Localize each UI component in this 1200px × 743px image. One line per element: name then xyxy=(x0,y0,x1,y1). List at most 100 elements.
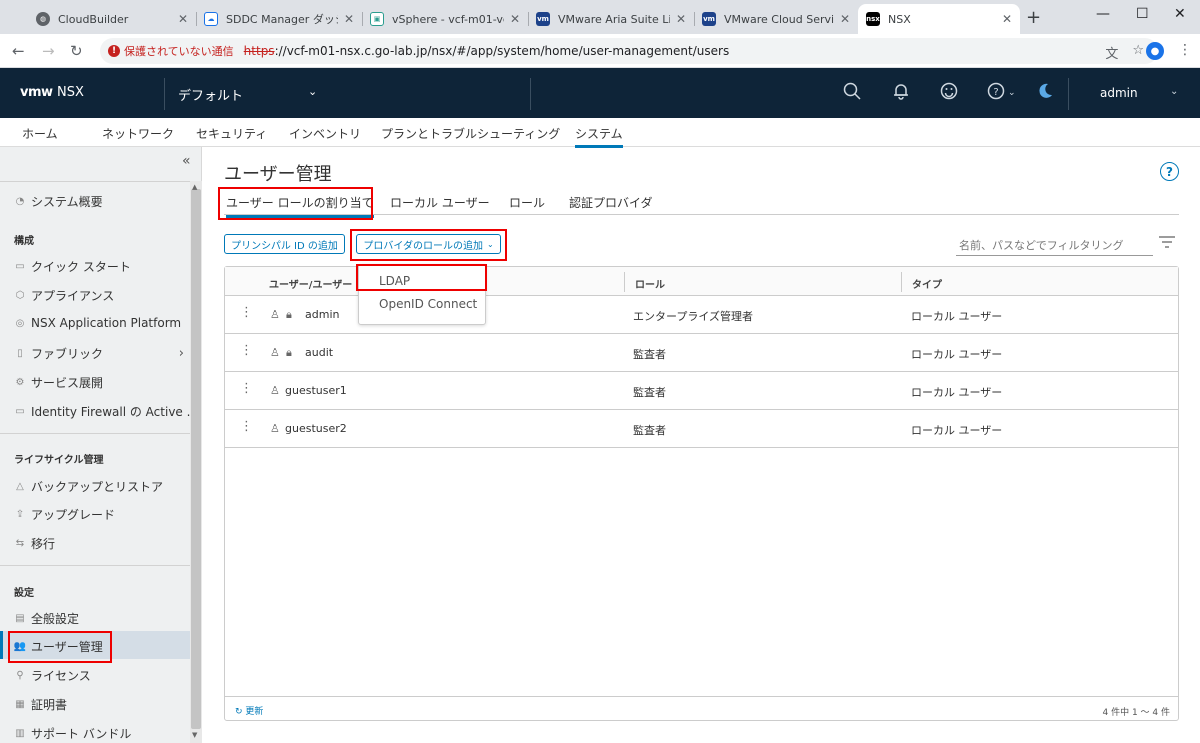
backup-icon: △ xyxy=(16,481,24,492)
url-field[interactable]: ! 保護されていない通信 https ://vcf-m01-nsx.c.go-l… xyxy=(100,38,1158,64)
cloud-icon: ☁ xyxy=(204,12,218,26)
search-icon[interactable] xyxy=(843,82,861,105)
nav-system[interactable]: システム xyxy=(575,125,623,148)
sidebar-item-appliances[interactable]: ⬡ アプライアンス xyxy=(14,287,115,304)
row-actions-icon[interactable]: ⋮ xyxy=(240,306,253,319)
tab-local-users[interactable]: ローカル ユーザー xyxy=(390,194,490,211)
nav-home[interactable]: ホーム xyxy=(22,125,58,142)
browser-tab-aria[interactable]: vm VMware Aria Suite Lifecycle ✕ xyxy=(528,4,694,34)
security-indicator[interactable]: ! 保護されていない通信 xyxy=(108,43,234,59)
cube-icon: ⬡ xyxy=(15,290,25,301)
window-close-icon[interactable]: ✕ xyxy=(1174,6,1186,22)
settings-doc-icon: ▤ xyxy=(15,613,25,624)
close-tab-icon[interactable]: ✕ xyxy=(676,12,686,26)
close-tab-icon[interactable]: ✕ xyxy=(178,12,188,26)
page-title: ユーザー管理 xyxy=(224,164,332,185)
user-menu[interactable]: admin xyxy=(1100,86,1138,100)
nsx-header: vmw NSX デフォルト ⌄ ? ⌄ admin ⌄ xyxy=(0,68,1200,118)
sidebar-item-general-settings[interactable]: ▤ 全般設定 xyxy=(14,610,79,627)
sidebar-item-certificates[interactable]: ▦ 証明書 xyxy=(14,696,67,713)
new-tab-icon[interactable]: + xyxy=(1026,7,1041,28)
profile-icon[interactable]: ● xyxy=(1146,42,1164,60)
browser-tab-sddc[interactable]: ☁ SDDC Manager ダッシュボード ✕ xyxy=(196,4,362,34)
bell-icon[interactable] xyxy=(892,82,910,105)
help-circle-icon[interactable]: ? xyxy=(1160,162,1179,181)
sidebar-section-settings: 設定 xyxy=(14,588,34,599)
vmw-logo: vmw xyxy=(20,85,53,100)
filter-lines-icon[interactable] xyxy=(1159,236,1175,252)
sidebar-scrollbar-thumb[interactable] xyxy=(191,189,201,729)
sidebar-item-system-overview[interactable]: ◔ システム概要 xyxy=(14,193,103,210)
chevron-down-icon[interactable]: ⌄ xyxy=(308,85,317,98)
address-bar: ← → ↻ ! 保護されていない通信 https ://vcf-m01-nsx.… xyxy=(0,34,1200,68)
sidebar-item-license[interactable]: ⚲ ライセンス xyxy=(14,667,90,684)
browser-tab-cloudbuilder[interactable]: ◍ CloudBuilder ✕ xyxy=(28,4,196,34)
translate-icon[interactable]: 文 xyxy=(1105,43,1118,62)
context-selector[interactable]: デフォルト xyxy=(178,85,243,104)
refresh-button[interactable]: ↻ 更新 xyxy=(235,704,263,717)
table-row[interactable]: ⋮ ♙ guestuser2 監査者 ローカル ユーザー xyxy=(225,410,1178,448)
scroll-up-icon[interactable]: ▲ xyxy=(192,183,197,191)
add-principal-id-button[interactable]: プリンシパル ID の追加 xyxy=(224,234,345,254)
browser-tab-cloud-services[interactable]: vm VMware Cloud Services ✕ xyxy=(694,4,858,34)
svg-text:?: ? xyxy=(993,87,998,98)
quick-start-icon: ▭ xyxy=(15,261,25,272)
close-tab-icon[interactable]: ✕ xyxy=(510,12,520,26)
sidebar-item-upgrade[interactable]: ⇪ アップグレード xyxy=(14,506,115,523)
help-icon[interactable]: ? xyxy=(987,82,1005,105)
forward-icon[interactable]: → xyxy=(42,42,55,60)
close-tab-icon[interactable]: ✕ xyxy=(840,12,850,26)
gauge-icon: ◔ xyxy=(15,196,25,207)
maximize-icon[interactable]: ☐ xyxy=(1136,6,1149,22)
sidebar-item-nsx-app-platform[interactable]: ◎ NSX Application Platform xyxy=(14,316,181,330)
sidebar-item-fabric[interactable]: ▯ ファブリック › xyxy=(14,345,184,362)
close-tab-icon[interactable]: ✕ xyxy=(344,12,354,26)
back-icon[interactable]: ← xyxy=(12,42,25,60)
table-row[interactable]: ⋮ ♙ 🔒︎ audit 監査者 ローカル ユーザー xyxy=(225,334,1178,372)
vsphere-icon: ▣ xyxy=(370,12,384,26)
nav-security[interactable]: セキュリティ xyxy=(196,125,267,142)
chevron-right-icon[interactable]: › xyxy=(179,346,184,361)
nav-networking[interactable]: ネットワーク xyxy=(102,125,174,142)
nav-inventory[interactable]: インベントリ xyxy=(289,125,361,142)
sidebar-item-service-deploy[interactable]: ⚙ サービス展開 xyxy=(14,374,104,391)
bookmark-star-icon[interactable]: ☆ xyxy=(1132,43,1144,62)
tab-roles[interactable]: ロール xyxy=(509,194,545,211)
chevron-down-icon[interactable]: ⌄ xyxy=(1170,86,1178,97)
sidebar-item-backup-restore[interactable]: △ バックアップとリストア xyxy=(14,478,163,495)
filter-input[interactable]: 名前、パスなどでフィルタリング xyxy=(956,234,1153,256)
sidebar-item-identity-firewall[interactable]: ▭ Identity Firewall の Active ... xyxy=(14,403,198,420)
row-actions-icon[interactable]: ⋮ xyxy=(240,382,253,395)
dark-mode-moon-icon[interactable] xyxy=(1036,82,1054,105)
browser-menu-icon[interactable]: ⋮ xyxy=(1178,42,1192,58)
close-tab-icon[interactable]: ✕ xyxy=(1002,12,1012,26)
globe-icon: ◍ xyxy=(36,12,50,26)
tab-auth-providers[interactable]: 認証プロバイダ xyxy=(569,194,653,211)
chevron-down-icon[interactable]: ⌄ xyxy=(1008,88,1016,98)
menu-item-openid-connect[interactable]: OpenID Connect xyxy=(379,297,477,311)
nav-plan-troubleshoot[interactable]: プランとトラブルシューティング xyxy=(381,125,560,142)
sidebar-item-quick-start[interactable]: ▭ クイック スタート xyxy=(14,258,131,275)
column-header-role[interactable]: ロール xyxy=(635,276,665,291)
upgrade-icon: ⇪ xyxy=(15,509,25,520)
sidebar-item-support-bundle[interactable]: ▥ サポート バンドル xyxy=(14,725,131,742)
column-header-user[interactable]: ユーザー/ユーザー グ xyxy=(269,276,366,291)
browser-tab-vsphere[interactable]: ▣ vSphere - vcf-m01-vc-01... ✕ xyxy=(362,4,528,34)
user-icon: ♙ xyxy=(270,422,280,435)
minimize-icon[interactable]: — xyxy=(1096,6,1110,22)
fabric-icon: ▯ xyxy=(17,348,23,359)
certificate-icon: ▦ xyxy=(15,699,25,710)
main-nav: ホーム ネットワーク セキュリティ インベントリ プランとトラブルシューティング… xyxy=(0,118,1200,148)
table-row[interactable]: ⋮ ♙ guestuser1 監査者 ローカル ユーザー xyxy=(225,372,1178,410)
collapse-sidebar-icon[interactable]: « xyxy=(182,153,191,169)
table-footer: ↻ 更新 4 件中 1 ～ 4 件 xyxy=(225,696,1178,721)
reload-icon[interactable]: ↻ xyxy=(70,42,83,60)
product-name: NSX xyxy=(57,85,84,100)
smiley-icon[interactable] xyxy=(940,82,958,105)
row-actions-icon[interactable]: ⋮ xyxy=(240,420,253,433)
column-header-type[interactable]: タイプ xyxy=(912,276,942,291)
browser-tab-nsx[interactable]: nsx NSX ✕ xyxy=(858,4,1020,34)
sidebar-item-migrate[interactable]: ⇆ 移行 xyxy=(14,535,55,552)
scroll-down-icon[interactable]: ▼ xyxy=(192,731,197,739)
row-actions-icon[interactable]: ⋮ xyxy=(240,344,253,357)
